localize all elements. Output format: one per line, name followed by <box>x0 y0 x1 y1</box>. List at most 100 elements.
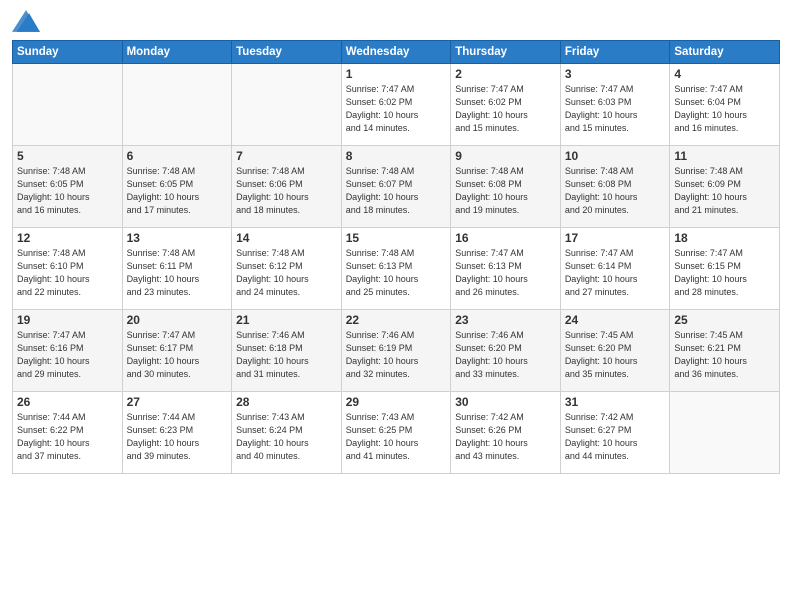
day-number: 30 <box>455 395 556 409</box>
calendar-cell: 27 Sunrise: 7:44 AM Sunset: 6:23 PM Dayli… <box>122 392 232 474</box>
day-number: 25 <box>674 313 775 327</box>
weekday-header-tuesday: Tuesday <box>232 41 342 64</box>
day-number: 22 <box>346 313 447 327</box>
day-number: 31 <box>565 395 666 409</box>
calendar-cell: 29Sunrise: 7:43 AM Sunset: 6:25 PM Dayli… <box>341 392 451 474</box>
day-info: Sunrise: 7:48 AM Sunset: 6:05 PM Dayligh… <box>17 165 118 217</box>
day-info: Sunrise: 7:47 AM Sunset: 6:04 PM Dayligh… <box>674 83 775 135</box>
day-info: Sunrise: 7:48 AM Sunset: 6:05 PM Dayligh… <box>127 165 228 217</box>
day-number: 28 <box>236 395 337 409</box>
day-number: 16 <box>455 231 556 245</box>
day-number: 29 <box>346 395 447 409</box>
day-number: 13 <box>127 231 228 245</box>
day-info: Sunrise: 7:48 AM Sunset: 6:08 PM Dayligh… <box>455 165 556 217</box>
day-info: Sunrise: 7:46 AM Sunset: 6:18 PM Dayligh… <box>236 329 337 381</box>
calendar-cell <box>670 392 780 474</box>
page-container: SundayMondayTuesdayWednesdayThursdayFrid… <box>0 0 792 482</box>
day-number: 1 <box>346 67 447 81</box>
day-number: 8 <box>346 149 447 163</box>
day-info: Sunrise: 7:45 AM Sunset: 6:20 PM Dayligh… <box>565 329 666 381</box>
calendar-cell: 15 Sunrise: 7:48 AM Sunset: 6:13 PM Dayli… <box>341 228 451 310</box>
day-number: 18 <box>674 231 775 245</box>
day-info: Sunrise: 7:46 AM Sunset: 6:19 PM Dayligh… <box>346 329 447 381</box>
day-number: 10 <box>565 149 666 163</box>
calendar-header: SundayMondayTuesdayWednesdayThursdayFrid… <box>13 41 780 64</box>
day-info: Sunrise: 7:48 AM Sunset: 6:06 PM Dayligh… <box>236 165 337 217</box>
weekday-header-monday: Monday <box>122 41 232 64</box>
day-info: Sunrise: 7:48 AM Sunset: 6:13 PM Dayligh… <box>346 247 447 299</box>
day-number: 6 <box>127 149 228 163</box>
day-info: Sunrise: 7:48 AM Sunset: 6:08 PM Dayligh… <box>565 165 666 217</box>
calendar-cell: 24 Sunrise: 7:45 AM Sunset: 6:20 PM Dayli… <box>560 310 670 392</box>
weekday-header-sunday: Sunday <box>13 41 123 64</box>
weekday-row: SundayMondayTuesdayWednesdayThursdayFrid… <box>13 41 780 64</box>
calendar-cell: 20 Sunrise: 7:47 AM Sunset: 6:17 PM Dayli… <box>122 310 232 392</box>
day-info: Sunrise: 7:44 AM Sunset: 6:23 PM Dayligh… <box>127 411 228 463</box>
day-info: Sunrise: 7:48 AM Sunset: 6:07 PM Dayligh… <box>346 165 447 217</box>
calendar-cell <box>122 64 232 146</box>
day-number: 7 <box>236 149 337 163</box>
calendar-cell: 22 Sunrise: 7:46 AM Sunset: 6:19 PM Dayli… <box>341 310 451 392</box>
calendar-cell: 1 Sunrise: 7:47 AM Sunset: 6:02 PM Daylig… <box>341 64 451 146</box>
calendar-cell: 3 Sunrise: 7:47 AM Sunset: 6:03 PM Daylig… <box>560 64 670 146</box>
day-number: 4 <box>674 67 775 81</box>
day-info: Sunrise: 7:48 AM Sunset: 6:11 PM Dayligh… <box>127 247 228 299</box>
header <box>12 10 780 32</box>
day-number: 24 <box>565 313 666 327</box>
day-info: Sunrise: 7:47 AM Sunset: 6:03 PM Dayligh… <box>565 83 666 135</box>
calendar-cell: 26 Sunrise: 7:44 AM Sunset: 6:22 PM Dayli… <box>13 392 123 474</box>
day-info: Sunrise: 7:48 AM Sunset: 6:09 PM Dayligh… <box>674 165 775 217</box>
calendar-cell: 14Sunrise: 7:48 AM Sunset: 6:12 PM Dayli… <box>232 228 342 310</box>
calendar-cell: 30 Sunrise: 7:42 AM Sunset: 6:26 PM Dayli… <box>451 392 561 474</box>
weekday-header-saturday: Saturday <box>670 41 780 64</box>
calendar-cell: 2Sunrise: 7:47 AM Sunset: 6:02 PM Daylig… <box>451 64 561 146</box>
day-number: 19 <box>17 313 118 327</box>
weekday-header-friday: Friday <box>560 41 670 64</box>
calendar-cell: 25 Sunrise: 7:45 AM Sunset: 6:21 PM Dayli… <box>670 310 780 392</box>
calendar-body: 1 Sunrise: 7:47 AM Sunset: 6:02 PM Daylig… <box>13 64 780 474</box>
calendar-cell: 12Sunrise: 7:48 AM Sunset: 6:10 PM Dayli… <box>13 228 123 310</box>
weekday-header-wednesday: Wednesday <box>341 41 451 64</box>
day-info: Sunrise: 7:42 AM Sunset: 6:27 PM Dayligh… <box>565 411 666 463</box>
calendar-cell: 21Sunrise: 7:46 AM Sunset: 6:18 PM Dayli… <box>232 310 342 392</box>
day-number: 3 <box>565 67 666 81</box>
weekday-header-thursday: Thursday <box>451 41 561 64</box>
day-number: 11 <box>674 149 775 163</box>
day-info: Sunrise: 7:44 AM Sunset: 6:22 PM Dayligh… <box>17 411 118 463</box>
day-info: Sunrise: 7:47 AM Sunset: 6:02 PM Dayligh… <box>346 83 447 135</box>
logo <box>12 10 44 32</box>
calendar-cell: 18 Sunrise: 7:47 AM Sunset: 6:15 PM Dayli… <box>670 228 780 310</box>
calendar-week-2: 5Sunrise: 7:48 AM Sunset: 6:05 PM Daylig… <box>13 146 780 228</box>
day-number: 26 <box>17 395 118 409</box>
day-info: Sunrise: 7:46 AM Sunset: 6:20 PM Dayligh… <box>455 329 556 381</box>
day-number: 20 <box>127 313 228 327</box>
day-info: Sunrise: 7:45 AM Sunset: 6:21 PM Dayligh… <box>674 329 775 381</box>
day-number: 15 <box>346 231 447 245</box>
calendar-cell: 28 Sunrise: 7:43 AM Sunset: 6:24 PM Dayli… <box>232 392 342 474</box>
day-info: Sunrise: 7:47 AM Sunset: 6:14 PM Dayligh… <box>565 247 666 299</box>
calendar-cell: 4 Sunrise: 7:47 AM Sunset: 6:04 PM Daylig… <box>670 64 780 146</box>
calendar-cell: 17 Sunrise: 7:47 AM Sunset: 6:14 PM Dayli… <box>560 228 670 310</box>
calendar-cell: 13 Sunrise: 7:48 AM Sunset: 6:11 PM Dayli… <box>122 228 232 310</box>
day-info: Sunrise: 7:43 AM Sunset: 6:24 PM Dayligh… <box>236 411 337 463</box>
calendar-week-5: 26 Sunrise: 7:44 AM Sunset: 6:22 PM Dayli… <box>13 392 780 474</box>
day-info: Sunrise: 7:48 AM Sunset: 6:10 PM Dayligh… <box>17 247 118 299</box>
calendar-cell: 6 Sunrise: 7:48 AM Sunset: 6:05 PM Daylig… <box>122 146 232 228</box>
day-info: Sunrise: 7:42 AM Sunset: 6:26 PM Dayligh… <box>455 411 556 463</box>
calendar-cell: 19Sunrise: 7:47 AM Sunset: 6:16 PM Dayli… <box>13 310 123 392</box>
calendar-cell: 10 Sunrise: 7:48 AM Sunset: 6:08 PM Dayli… <box>560 146 670 228</box>
logo-icon <box>12 10 40 32</box>
calendar-cell: 23Sunrise: 7:46 AM Sunset: 6:20 PM Dayli… <box>451 310 561 392</box>
calendar-table: SundayMondayTuesdayWednesdayThursdayFrid… <box>12 40 780 474</box>
calendar-week-4: 19Sunrise: 7:47 AM Sunset: 6:16 PM Dayli… <box>13 310 780 392</box>
day-number: 17 <box>565 231 666 245</box>
day-info: Sunrise: 7:47 AM Sunset: 6:15 PM Dayligh… <box>674 247 775 299</box>
calendar-cell: 16 Sunrise: 7:47 AM Sunset: 6:13 PM Dayli… <box>451 228 561 310</box>
calendar-week-3: 12Sunrise: 7:48 AM Sunset: 6:10 PM Dayli… <box>13 228 780 310</box>
day-number: 27 <box>127 395 228 409</box>
calendar-cell <box>13 64 123 146</box>
day-info: Sunrise: 7:47 AM Sunset: 6:17 PM Dayligh… <box>127 329 228 381</box>
calendar-week-1: 1 Sunrise: 7:47 AM Sunset: 6:02 PM Daylig… <box>13 64 780 146</box>
calendar-cell: 31 Sunrise: 7:42 AM Sunset: 6:27 PM Dayli… <box>560 392 670 474</box>
day-info: Sunrise: 7:47 AM Sunset: 6:13 PM Dayligh… <box>455 247 556 299</box>
